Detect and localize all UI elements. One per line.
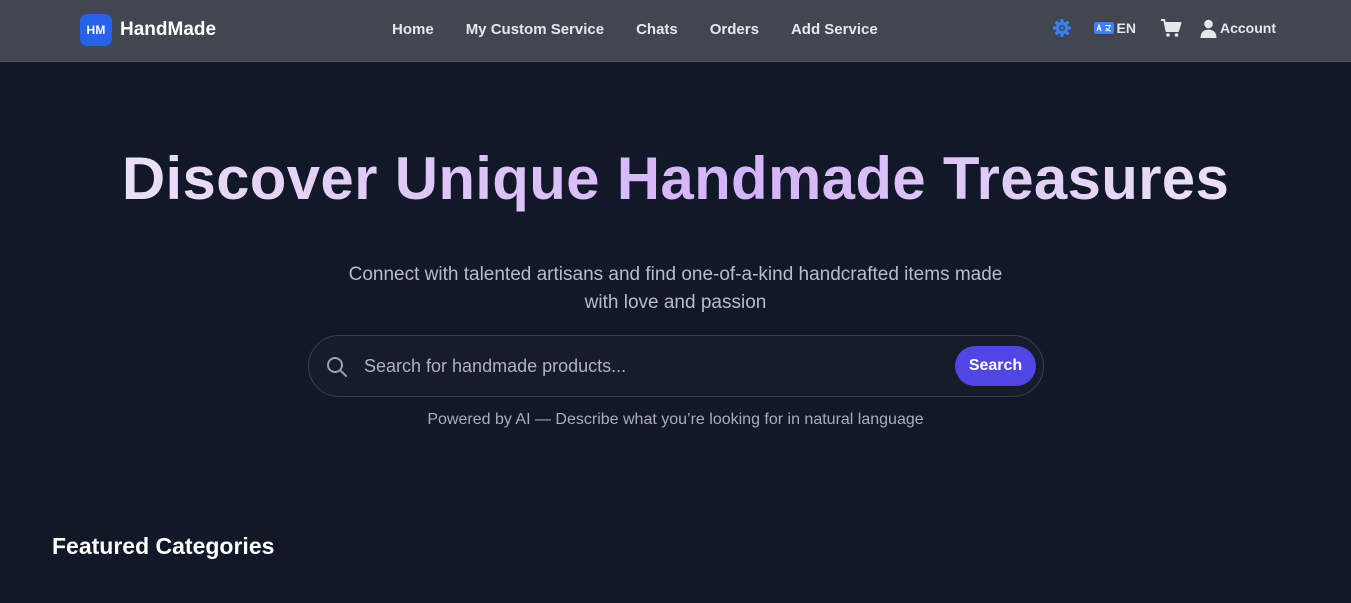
search-bar: Search: [308, 335, 1044, 397]
top-navbar: HM HandMade Home My Custom Service Chats…: [0, 0, 1351, 62]
language-label: EN: [1116, 20, 1136, 36]
brand-link[interactable]: HM HandMade: [80, 14, 216, 46]
nav-add-service[interactable]: Add Service: [791, 21, 878, 38]
nav-my-custom-service[interactable]: My Custom Service: [466, 21, 604, 38]
cart-button[interactable]: [1160, 18, 1182, 38]
main-nav: Home My Custom Service Chats Orders Add …: [392, 21, 878, 38]
nav-orders[interactable]: Orders: [710, 21, 759, 38]
brand-name: HandMade: [120, 19, 217, 40]
language-icon: [1093, 22, 1114, 34]
language-selector[interactable]: EN: [1093, 20, 1136, 36]
featured-categories-title: Featured Categories: [52, 533, 275, 559]
nav-chats[interactable]: Chats: [636, 21, 678, 38]
search-button[interactable]: Search: [955, 346, 1036, 386]
account-label: Account: [1220, 20, 1276, 36]
account-button[interactable]: Account: [1200, 19, 1276, 38]
nav-home[interactable]: Home: [392, 21, 434, 38]
brand-logo: HM: [80, 14, 112, 46]
search-hint: Powered by AI — Describe what you’re loo…: [427, 411, 924, 428]
hero-section: Discover Unique Handmade Treasures Conne…: [0, 62, 1351, 317]
search-icon: [325, 355, 349, 384]
search-input[interactable]: [364, 350, 944, 382]
settings-button[interactable]: [1052, 18, 1072, 38]
header-actions: EN Account: [1052, 18, 1276, 38]
gear-icon: [1052, 19, 1071, 37]
hero-subtitle: Connect with talented artisans and find …: [348, 264, 1003, 313]
user-icon: [1200, 19, 1217, 38]
cart-icon: [1161, 19, 1182, 37]
hero-title: Discover Unique Handmade Treasures: [0, 146, 1351, 212]
